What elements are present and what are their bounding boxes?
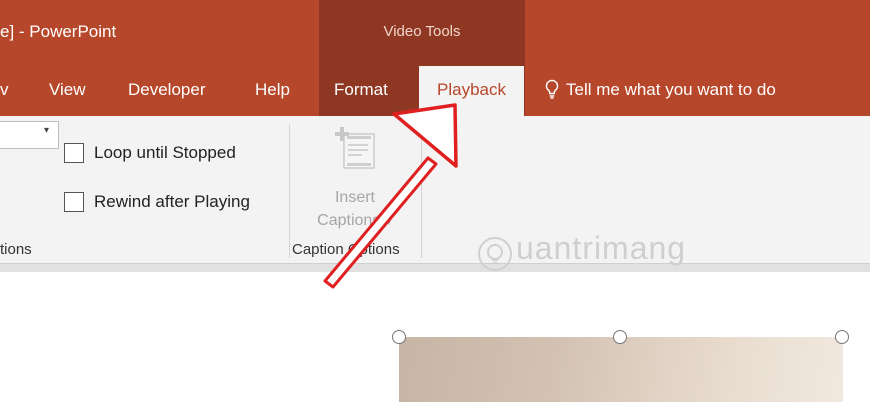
video-frame[interactable] bbox=[399, 337, 843, 402]
red-arrow-annotation bbox=[323, 103, 458, 289]
watermark-text: uantrimang bbox=[516, 230, 687, 266]
group-separator bbox=[289, 124, 290, 258]
watermark-logo-icon bbox=[475, 234, 515, 279]
tab-format[interactable]: Format bbox=[334, 80, 388, 100]
tab-playback-label: Playback bbox=[437, 80, 506, 99]
loop-until-stopped-checkbox[interactable] bbox=[64, 143, 84, 163]
tab-developer[interactable]: Developer bbox=[128, 80, 206, 100]
loop-until-stopped-label: Loop until Stopped bbox=[94, 143, 236, 162]
resize-handle[interactable] bbox=[835, 330, 849, 344]
rewind-after-playing-label: Rewind after Playing bbox=[94, 192, 250, 211]
video-options-group-label: tions bbox=[0, 241, 32, 258]
window-title: e] - PowerPoint bbox=[0, 22, 117, 41]
volume-dropdown[interactable]: ▾ bbox=[0, 121, 59, 149]
tab-fragment: v bbox=[0, 80, 9, 99]
tell-me-label: Tell me what you want to do bbox=[566, 80, 776, 99]
tell-me-search[interactable]: Tell me what you want to do bbox=[544, 79, 776, 100]
resize-handle[interactable] bbox=[613, 330, 627, 344]
tab-view[interactable]: View bbox=[49, 80, 86, 100]
lightbulb-icon bbox=[545, 79, 559, 99]
rewind-after-playing-checkbox[interactable] bbox=[64, 192, 84, 212]
chevron-down-icon: ▾ bbox=[44, 125, 50, 136]
tab-help[interactable]: Help bbox=[255, 80, 290, 100]
video-tools-label: Video Tools bbox=[383, 23, 461, 40]
resize-handle[interactable] bbox=[392, 330, 406, 344]
